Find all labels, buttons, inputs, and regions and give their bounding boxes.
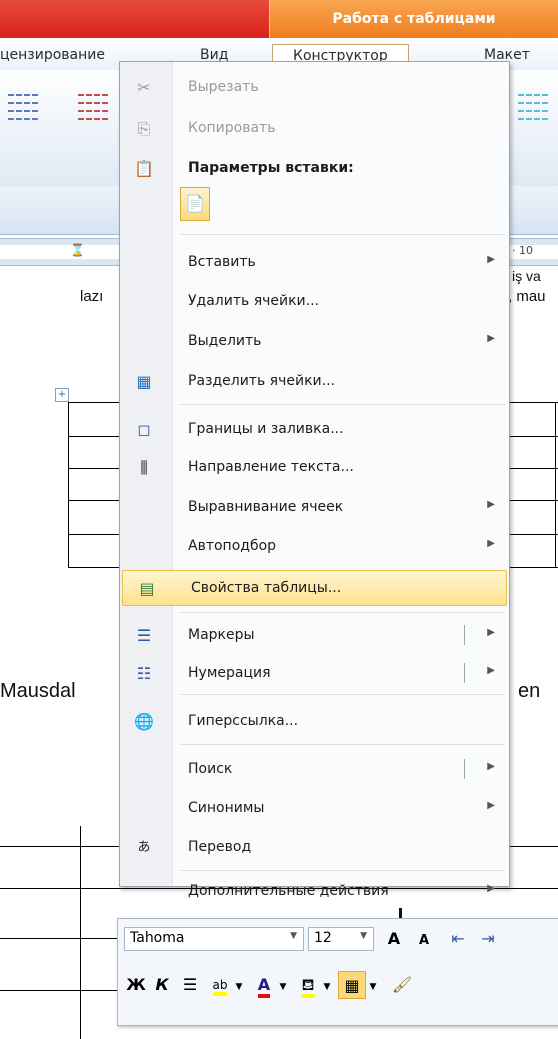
- decrease-indent-button[interactable]: ⇤: [444, 925, 472, 953]
- menu-item-search[interactable]: Поиск ▶: [120, 752, 509, 788]
- format-painter-button[interactable]: 🖌: [388, 971, 416, 999]
- scissors-icon: ✂: [137, 78, 151, 97]
- text-highlight-icon: ab: [212, 978, 228, 996]
- menu-item-bullets[interactable]: ☰ Маркеры ▶: [120, 618, 509, 654]
- table-style-swatch[interactable]: [78, 88, 108, 126]
- font-size-combo[interactable]: 12 ▼: [308, 927, 374, 951]
- font-color-button[interactable]: A: [250, 971, 278, 999]
- menu-item-synonyms[interactable]: Синонимы ▶: [120, 791, 509, 827]
- format-painter-icon: 🖌: [391, 975, 413, 994]
- menu-item-autofit[interactable]: Автоподбор ▶: [120, 529, 509, 565]
- font-size-value: 12: [314, 930, 332, 946]
- grow-font-button[interactable]: A: [380, 925, 408, 953]
- chevron-down-icon[interactable]: ▼: [276, 973, 290, 1001]
- paint-bucket-icon: ⛾: [301, 975, 315, 998]
- paste-text-icon: 📄: [185, 194, 205, 213]
- menu-item-insert[interactable]: Вставить ▶: [120, 245, 509, 281]
- decrease-indent-icon: ⇤: [451, 929, 465, 948]
- translate-icon: あ: [137, 840, 151, 855]
- menu-item-additional-actions[interactable]: Дополнительные действия ▶: [120, 874, 509, 910]
- doc-text-fragment: iş va: [512, 268, 541, 284]
- grow-font-icon: A: [387, 929, 401, 948]
- italic-icon: К: [155, 975, 169, 994]
- menu-item-table-properties[interactable]: ▤ Свойства таблицы...: [122, 570, 507, 606]
- menu-item-cut[interactable]: ✂ Вырезать: [120, 70, 509, 106]
- bullets-icon: ☰: [136, 626, 152, 645]
- borders-icon: ◻: [137, 420, 151, 439]
- doc-text-fragment: en: [518, 680, 541, 702]
- borders-button[interactable]: ▦: [338, 971, 366, 999]
- doc-text-fragment: , mau: [508, 288, 546, 305]
- mini-toolbar: Tahoma ▼ 12 ▼ A A ⇤ ⇥ Ж К ☰ ab ▼ A ▼ ⛾ ▼…: [117, 918, 558, 1026]
- indent-marker-icon[interactable]: ⌛: [70, 243, 85, 257]
- chevron-down-icon[interactable]: ▼: [232, 973, 246, 1001]
- borders-icon: ▦: [344, 976, 360, 995]
- paste-keep-text-button[interactable]: 📄: [180, 187, 210, 221]
- numbering-icon: ☷: [136, 664, 152, 683]
- shrink-font-icon: A: [418, 933, 430, 948]
- bold-icon: Ж: [126, 975, 146, 994]
- chevron-down-icon[interactable]: ▼: [320, 973, 334, 1001]
- table-properties-icon: ▤: [139, 579, 155, 598]
- submenu-arrow-icon: ▶: [487, 333, 495, 344]
- tab-review[interactable]: цензирование: [0, 47, 105, 63]
- submenu-arrow-icon: ▶: [487, 538, 495, 549]
- menu-item-delete-cells[interactable]: Удалить ячейки...: [120, 284, 509, 320]
- bold-button[interactable]: Ж: [122, 971, 150, 999]
- menu-item-split-cells[interactable]: ▦ Разделить ячейки...: [120, 364, 509, 400]
- shrink-font-button[interactable]: A: [410, 927, 438, 955]
- increase-indent-icon: ⇥: [481, 929, 495, 948]
- shading-button[interactable]: ⛾: [294, 971, 322, 999]
- hyperlink-icon: 🌐: [134, 712, 154, 731]
- chevron-down-icon[interactable]: ▼: [366, 973, 380, 1001]
- submenu-arrow-icon: ▶: [487, 800, 495, 811]
- ruler-number: · 10: [512, 244, 533, 257]
- italic-button[interactable]: К: [148, 971, 176, 999]
- paste-icon: 📋: [134, 159, 154, 178]
- context-menu: ✂ Вырезать ⎘ Копировать 📋 Параметры вста…: [119, 61, 510, 899]
- menu-item-numbering[interactable]: ☷ Нумерация ▶: [120, 656, 509, 692]
- center-align-icon: ☰: [182, 975, 198, 994]
- menu-item-select[interactable]: Выделить ▶: [120, 324, 509, 360]
- table-style-swatch[interactable]: [8, 88, 38, 126]
- menu-item-hyperlink[interactable]: 🌐 Гиперссылка...: [120, 704, 509, 740]
- doc-text-fragment: lazı: [80, 288, 104, 305]
- submenu-arrow-icon: ▶: [487, 254, 495, 265]
- font-name-value: Tahoma: [130, 930, 185, 946]
- submenu-arrow-icon: ▶: [487, 883, 495, 894]
- doc-text-fragment: Mausdal: [0, 680, 76, 702]
- center-align-button[interactable]: ☰: [176, 971, 204, 999]
- menu-item-text-direction[interactable]: ⫼ Направление текста...: [120, 450, 509, 486]
- text-direction-icon: ⫼: [140, 458, 148, 477]
- text-highlight-button[interactable]: ab: [206, 971, 234, 999]
- chevron-down-icon[interactable]: ▼: [290, 931, 297, 941]
- table-style-swatch[interactable]: [518, 88, 548, 126]
- increase-indent-button[interactable]: ⇥: [474, 925, 502, 953]
- font-color-icon: A: [257, 975, 271, 998]
- submenu-arrow-icon: ▶: [487, 499, 495, 510]
- menu-item-cell-alignment[interactable]: Выравнивание ячеек ▶: [120, 490, 509, 526]
- menu-item-borders-shading[interactable]: ◻ Границы и заливка...: [120, 412, 509, 448]
- chevron-down-icon[interactable]: ▼: [360, 931, 367, 941]
- menu-item-copy[interactable]: ⎘ Копировать: [120, 111, 509, 147]
- table-move-handle-icon[interactable]: +: [55, 388, 69, 402]
- font-name-combo[interactable]: Tahoma ▼: [124, 927, 304, 951]
- submenu-arrow-icon[interactable]: ▶: [487, 665, 495, 676]
- copy-icon: ⎘: [137, 119, 151, 138]
- submenu-arrow-icon[interactable]: ▶: [487, 627, 495, 638]
- menu-item-paste-options: 📋 Параметры вставки:: [134, 159, 354, 178]
- context-tab-group-title: Работа с таблицами: [269, 0, 558, 38]
- submenu-arrow-icon[interactable]: ▶: [487, 761, 495, 772]
- menu-item-translate[interactable]: あ Перевод: [120, 830, 509, 866]
- split-cells-icon: ▦: [136, 372, 152, 391]
